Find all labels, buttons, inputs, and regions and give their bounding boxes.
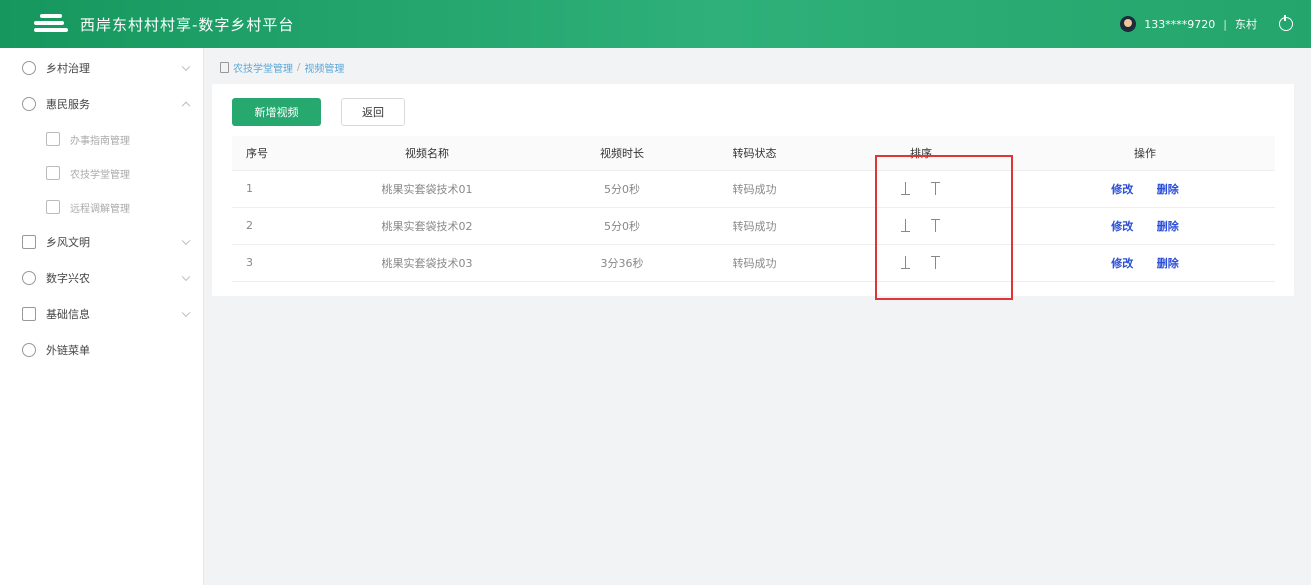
- delete-link[interactable]: 删除: [1157, 257, 1179, 270]
- power-icon[interactable]: [1279, 15, 1293, 31]
- breadcrumb-separator: /: [297, 62, 301, 73]
- sidebar-item-label: 惠民服务: [46, 98, 90, 111]
- document-icon: [220, 62, 229, 73]
- cell-status: 转码成功: [682, 170, 827, 208]
- cell-duration: 5分0秒: [562, 207, 682, 245]
- sidebar-item-label: 数字兴农: [46, 272, 90, 285]
- cell-actions: 修改 删除: [1015, 170, 1275, 208]
- col-header-duration: 视频时长: [562, 136, 682, 171]
- main-panel: 新增视频 返回 序号 视频名称 视频时长 转码状态 排序 操作 1 桃果实套袋技…: [212, 84, 1294, 296]
- user-name[interactable]: 东村: [1235, 16, 1257, 32]
- circle-icon: [22, 61, 36, 75]
- sidebar-item-label: 农技学堂管理: [70, 169, 130, 181]
- cell-status: 转码成功: [682, 207, 827, 245]
- sidebar-item-agri-school-management[interactable]: 农技学堂管理: [0, 156, 203, 190]
- sidebar-item-public-service[interactable]: 惠民服务: [0, 86, 203, 122]
- user-separator: |: [1223, 17, 1227, 31]
- chevron-down-icon: [181, 308, 191, 318]
- cell-duration: 5分0秒: [562, 170, 682, 208]
- user-area: 133****9720 | 东村: [1120, 0, 1293, 48]
- sidebar-item-guide-management[interactable]: 办事指南管理: [0, 122, 203, 156]
- chevron-down-icon: [181, 272, 191, 282]
- highlight-box: [875, 155, 1013, 300]
- gear-icon: [22, 271, 36, 285]
- sidebar-item-external-links[interactable]: 外链菜单: [0, 332, 203, 368]
- video-table: 序号 视频名称 视频时长 转码状态 排序 操作 1 桃果实套袋技术01 5分0秒…: [232, 136, 1275, 282]
- sidebar-item-mediation-management[interactable]: 远程调解管理: [0, 190, 203, 224]
- breadcrumb-parent[interactable]: 农技学堂管理: [233, 60, 293, 75]
- cell-index: 1: [232, 170, 292, 208]
- sidebar-item-label: 远程调解管理: [70, 203, 130, 215]
- cell-actions: 修改 删除: [1015, 207, 1275, 245]
- cell-status: 转码成功: [682, 244, 827, 282]
- square-icon: [22, 235, 36, 249]
- sidebar-item-rural-governance[interactable]: 乡村治理: [0, 50, 203, 86]
- cell-name: 桃果实套袋技术02: [292, 207, 562, 245]
- circle-icon: [22, 97, 36, 111]
- book-icon: [46, 166, 60, 180]
- sidebar-item-label: 办事指南管理: [70, 135, 130, 147]
- breadcrumb: 农技学堂管理 / 视频管理: [220, 60, 344, 75]
- logo-icon: [34, 11, 68, 37]
- cell-index: 2: [232, 207, 292, 245]
- table-row: 2 桃果实套袋技术02 5分0秒 转码成功 修改 删除: [232, 207, 1275, 245]
- col-header-actions: 操作: [1015, 136, 1275, 171]
- cell-actions: 修改 删除: [1015, 244, 1275, 282]
- doc-icon: [46, 132, 60, 146]
- col-header-name: 视频名称: [292, 136, 562, 171]
- table-row: 1 桃果实套袋技术01 5分0秒 转码成功 修改 删除: [232, 170, 1275, 208]
- app-title: 西岸东村村村享-数字乡村平台: [80, 15, 295, 34]
- sidebar-item-label: 基础信息: [46, 308, 90, 321]
- table-header-row: 序号 视频名称 视频时长 转码状态 排序 操作: [232, 136, 1275, 171]
- table-row: 3 桃果实套袋技术03 3分36秒 转码成功 修改 删除: [232, 244, 1275, 282]
- user-phone[interactable]: 133****9720: [1144, 18, 1215, 31]
- breadcrumb-current: 视频管理: [304, 64, 345, 75]
- col-header-status: 转码状态: [682, 136, 827, 171]
- circle-icon: [22, 343, 36, 357]
- col-header-index: 序号: [232, 136, 292, 171]
- sidebar-item-basic-info[interactable]: 基础信息: [0, 296, 203, 332]
- edit-link[interactable]: 修改: [1111, 220, 1133, 233]
- chevron-down-icon: [181, 236, 191, 246]
- cell-name: 桃果实套袋技术01: [292, 170, 562, 208]
- chevron-up-icon: [181, 101, 191, 111]
- sidebar-item-label: 乡村治理: [46, 62, 90, 75]
- sidebar-item-label: 乡风文明: [46, 236, 90, 249]
- edit-link[interactable]: 修改: [1111, 257, 1133, 270]
- cell-index: 3: [232, 244, 292, 282]
- cell-name: 桃果实套袋技术03: [292, 244, 562, 282]
- add-video-button[interactable]: 新增视频: [232, 98, 321, 126]
- sidebar: 乡村治理 惠民服务 办事指南管理 农技学堂管理 远程调解管理 乡风文明 数字兴农…: [0, 48, 204, 585]
- avatar[interactable]: [1120, 16, 1137, 32]
- delete-link[interactable]: 删除: [1157, 183, 1179, 196]
- sidebar-item-digital-agriculture[interactable]: 数字兴农: [0, 260, 203, 296]
- chevron-down-icon: [181, 62, 191, 72]
- back-button[interactable]: 返回: [341, 98, 405, 126]
- cell-duration: 3分36秒: [562, 244, 682, 282]
- sidebar-item-label: 外链菜单: [46, 344, 90, 357]
- edit-link[interactable]: 修改: [1111, 183, 1133, 196]
- sidebar-item-civilization[interactable]: 乡风文明: [0, 224, 203, 260]
- top-bar: 西岸东村村村享-数字乡村平台 133****9720 | 东村: [0, 0, 1311, 48]
- person-icon: [46, 200, 60, 214]
- delete-link[interactable]: 删除: [1157, 220, 1179, 233]
- info-icon: [22, 307, 36, 321]
